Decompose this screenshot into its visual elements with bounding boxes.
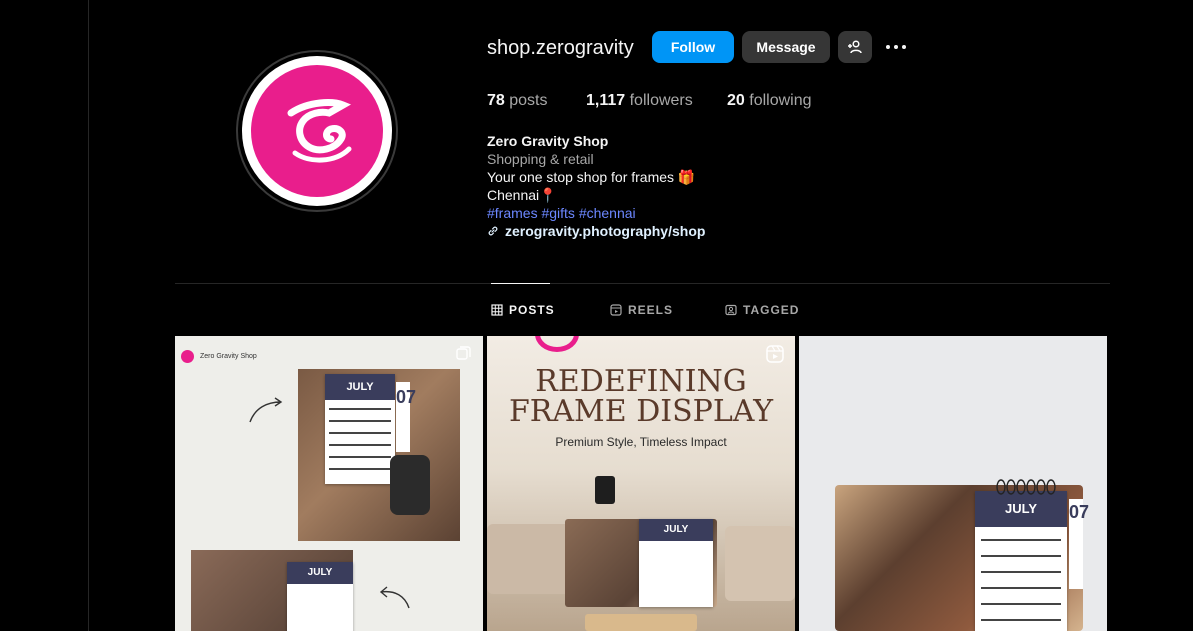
calendar-grid <box>329 408 391 470</box>
tab-posts[interactable]: POSTS <box>491 303 555 317</box>
calendar-spiral <box>996 479 1056 495</box>
calendar-month: JULY <box>975 491 1067 527</box>
armchair <box>725 526 795 601</box>
followers-stat[interactable]: 1,117 followers <box>586 92 693 110</box>
reel-icon <box>766 345 784 363</box>
desk-calendar: JULY <box>639 519 713 607</box>
followers-count: 1,117 <box>586 92 626 109</box>
zg-logo-icon <box>287 99 352 163</box>
profile-display-name: Zero Gravity Shop <box>487 133 609 149</box>
bio-hashtags: #frames #gifts #chennai <box>487 204 636 222</box>
desk-calendar: JULY <box>287 562 353 631</box>
calendar-day-digits: 07 <box>396 382 416 452</box>
calendar-month: JULY <box>639 519 713 541</box>
profile-website-link[interactable]: zerogravity.photography/shop <box>487 222 705 240</box>
active-tab-indicator <box>491 283 550 284</box>
photo-couple: JULY 07 <box>835 485 1089 631</box>
following-count: 20 <box>727 92 745 109</box>
following-label: following <box>749 92 812 109</box>
tab-label: REELS <box>628 303 674 317</box>
post-title-line-2: FRAME DISPLAY <box>508 394 774 429</box>
post-thumbnail[interactable]: Zero Gravity Shop JULY 07 JULY <box>175 336 483 631</box>
tagged-icon <box>725 304 737 316</box>
sofa <box>487 524 572 594</box>
desk-calendar: JULY <box>975 491 1067 631</box>
website-link-text: zerogravity.photography/shop <box>505 223 706 239</box>
brand-logo <box>251 65 383 197</box>
followers-label: followers <box>629 92 693 109</box>
posts-stat: 78 posts <box>487 92 548 110</box>
photo-frame-calendar: JULY <box>565 519 717 607</box>
avatar-ring <box>242 56 392 206</box>
post-thumbnail[interactable]: JULY 07 <box>799 336 1107 631</box>
suggest-people-button[interactable] <box>838 31 872 63</box>
add-user-icon <box>848 40 862 54</box>
profile-avatar[interactable] <box>236 50 398 212</box>
message-button[interactable]: Message <box>742 31 830 63</box>
table-lamp <box>595 476 615 504</box>
follow-button[interactable]: Follow <box>652 31 734 63</box>
reels-icon <box>610 304 622 316</box>
post-brand-text: Zero Gravity Shop <box>200 353 257 360</box>
following-stat[interactable]: 20 following <box>727 92 812 110</box>
brand-logo-small <box>181 350 194 363</box>
arrow-icon <box>249 397 283 423</box>
photo-calendar: JULY 07 <box>298 369 460 541</box>
calendar-day-digits: 07 <box>1069 499 1089 589</box>
hashtag-link[interactable]: #gifts <box>541 205 574 221</box>
bio-line-2: Chennai📍 <box>487 187 557 203</box>
tab-label: POSTS <box>509 303 555 317</box>
posts-label: posts <box>509 92 548 109</box>
calendar-month: JULY <box>287 562 353 584</box>
tab-tagged[interactable]: TAGGED <box>725 303 799 317</box>
photo-couple: JULY <box>191 550 353 631</box>
desk-calendar: JULY <box>325 374 395 484</box>
calendar-grid <box>981 539 1061 621</box>
wood-stand <box>585 614 697 631</box>
profile-username: shop.zerogravity <box>487 37 634 59</box>
post-subtitle: Premium Style, Timeless Impact <box>555 435 727 449</box>
posts-count: 78 <box>487 92 505 109</box>
tab-reels[interactable]: REELS <box>610 303 673 317</box>
post-thumbnail[interactable]: REDEFINING FRAME DISPLAY Premium Style, … <box>487 336 795 631</box>
arrow-icon <box>379 586 410 609</box>
tab-label: TAGGED <box>743 303 800 317</box>
sidebar-divider <box>88 0 89 631</box>
hashtag-link[interactable]: #frames <box>487 205 538 221</box>
camera-lens <box>390 455 430 515</box>
carousel-icon <box>456 346 471 360</box>
brand-logo-small <box>535 336 579 352</box>
tabs-divider <box>175 283 1110 284</box>
bio-line-1: Your one stop shop for frames 🎁 <box>487 169 696 185</box>
calendar-month: JULY <box>325 374 395 400</box>
link-icon <box>488 226 498 236</box>
profile-category: Shopping & retail <box>487 151 594 167</box>
more-options-icon[interactable] <box>884 36 908 58</box>
hashtag-link[interactable]: #chennai <box>579 205 636 221</box>
grid-icon <box>491 304 503 316</box>
